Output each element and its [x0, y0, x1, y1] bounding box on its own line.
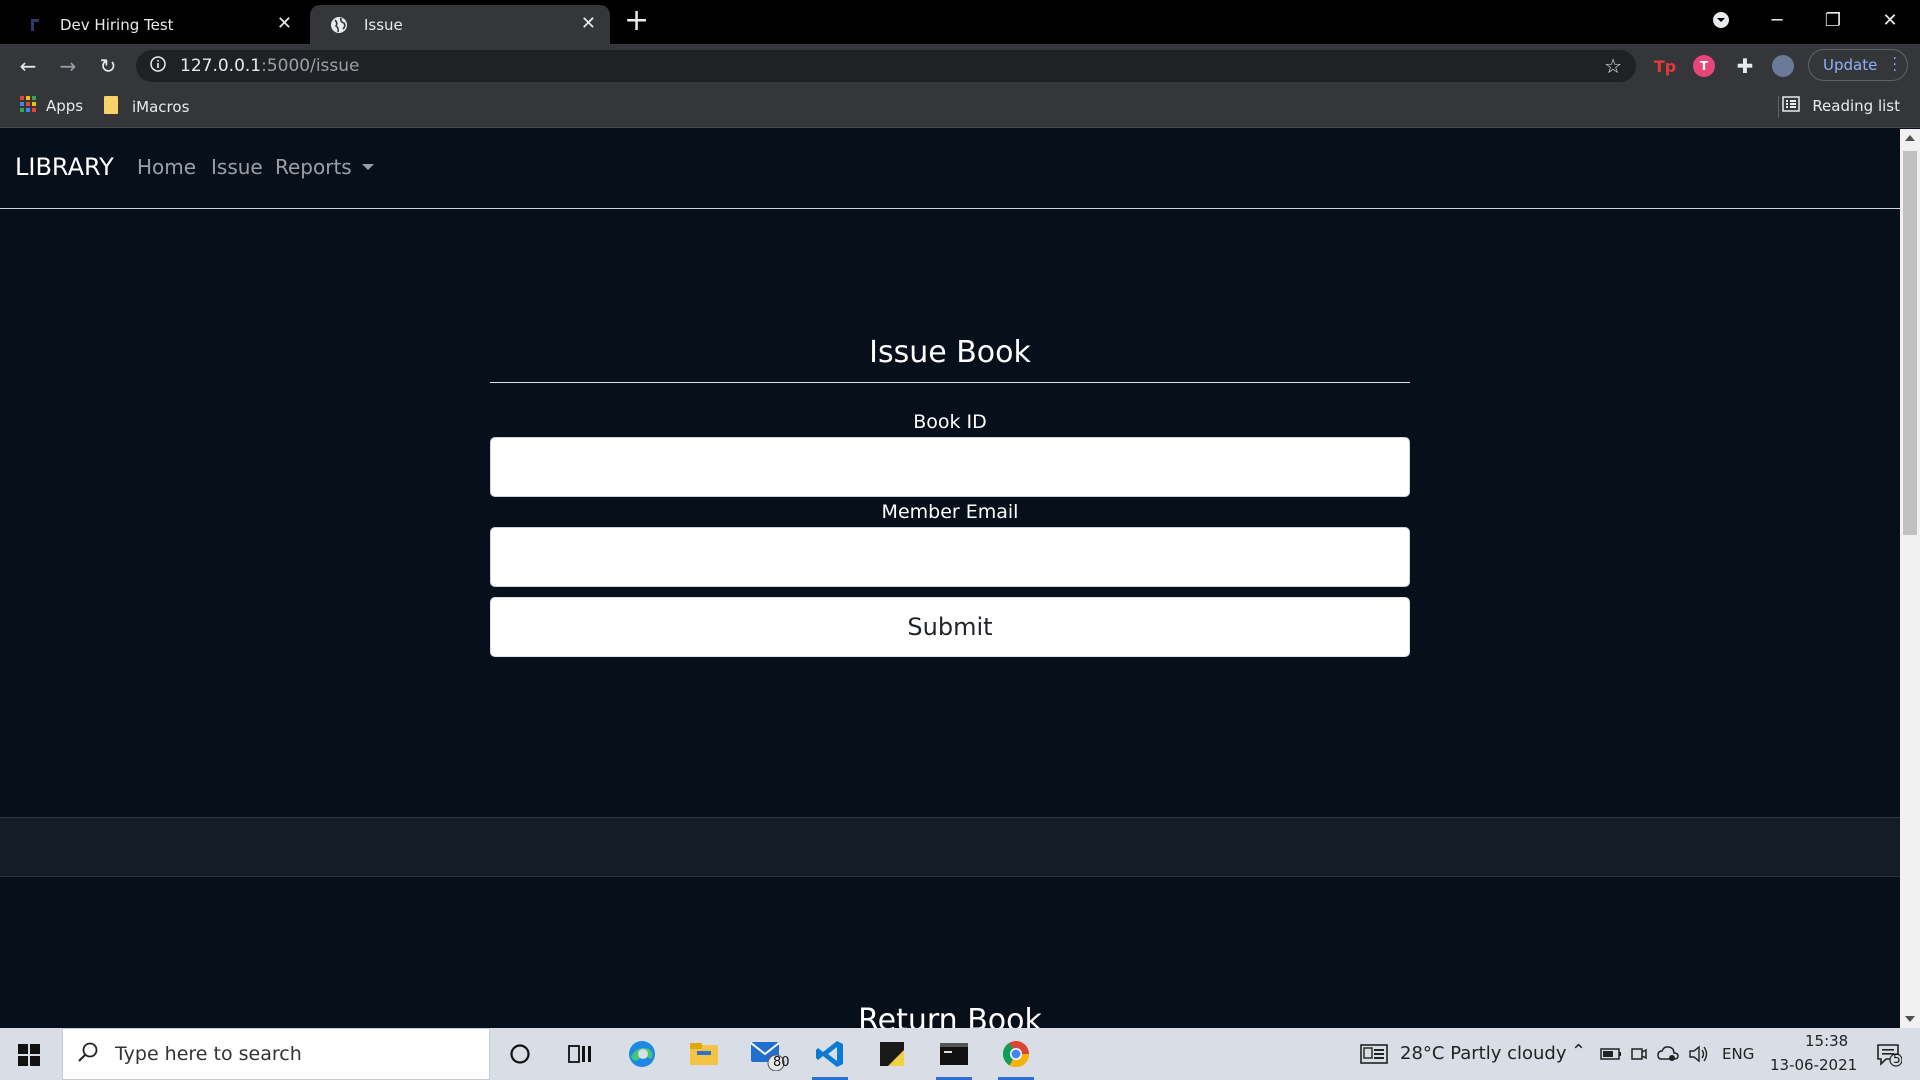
bookmark-imacros[interactable]: iMacros — [104, 96, 189, 118]
tab-title: Dev Hiring Test — [60, 15, 174, 34]
update-button[interactable]: Update · · · — [1808, 49, 1908, 81]
url-host: 127.0.0.1 — [180, 56, 262, 76]
address-bar[interactable]: 127.0.0.1:5000/issue ☆ — [136, 50, 1636, 82]
info-icon[interactable] — [150, 56, 166, 76]
globe-icon — [330, 16, 348, 34]
cortana-circle-icon[interactable] — [498, 1036, 542, 1072]
tab-strip: Dev Hiring Test ✕ Issue ✕ + ─ ❐ ✕ — [0, 0, 1920, 44]
apps-grid-icon — [20, 96, 36, 116]
mail-icon[interactable]: 80 — [746, 1036, 790, 1072]
network-icon[interactable] — [1657, 1045, 1679, 1067]
reading-list-label: Reading list — [1812, 97, 1900, 115]
search-placeholder: Type here to search — [115, 1043, 302, 1065]
nav-dropdown-reports[interactable]: Reports — [275, 155, 374, 179]
clock-date[interactable]: 13-06-2021 — [1770, 1056, 1857, 1074]
return-book-title: Return Book — [858, 1003, 1042, 1028]
scroll-up-arrow-icon[interactable] — [1905, 135, 1915, 141]
submit-button[interactable]: Submit — [490, 597, 1410, 657]
scrollbar-thumb[interactable] — [1903, 151, 1917, 535]
windows-taskbar: Type here to search 80 28°C Partly cloud… — [0, 1028, 1920, 1080]
new-tab-icon[interactable]: + — [624, 6, 649, 36]
book-id-label: Book ID — [913, 411, 987, 433]
weather-icon[interactable] — [1360, 1044, 1388, 1068]
site-navbar: LIBRARY Home Issue Reports — [0, 129, 1900, 209]
vscode-icon[interactable] — [808, 1036, 852, 1080]
notification-count: 5 — [1893, 1052, 1901, 1066]
reload-icon[interactable]: ↻ — [94, 52, 122, 80]
window-close-icon[interactable]: ✕ — [1866, 0, 1914, 40]
tab-dev-hiring-test[interactable]: Dev Hiring Test ✕ — [6, 5, 306, 44]
search-icon — [77, 1041, 99, 1067]
battery-icon[interactable] — [1600, 1046, 1622, 1065]
dev-favicon-icon — [26, 16, 44, 34]
more-menu-icon: · · · — [1892, 51, 1897, 79]
scroll-down-arrow-icon[interactable] — [1905, 1016, 1915, 1022]
minimize-icon[interactable]: ─ — [1753, 0, 1801, 40]
nav-link-reports-label: Reports — [275, 155, 352, 179]
nav-link-home[interactable]: Home — [137, 155, 196, 179]
bookmark-apps[interactable]: Apps — [20, 96, 83, 116]
close-icon[interactable]: ✕ — [581, 14, 596, 34]
extensions-puzzle-icon[interactable]: ✚ — [1734, 54, 1756, 78]
t-extension-icon[interactable]: T — [1693, 55, 1715, 77]
folder-icon — [104, 96, 118, 118]
taskbar-search-box[interactable]: Type here to search — [62, 1028, 490, 1080]
update-label: Update — [1823, 56, 1878, 74]
tab-issue[interactable]: Issue ✕ — [310, 5, 610, 44]
language-indicator[interactable]: ENG — [1722, 1045, 1754, 1063]
sticky-notes-icon[interactable] — [870, 1036, 914, 1072]
edge-browser-icon[interactable] — [620, 1036, 664, 1072]
chrome-icon[interactable] — [994, 1036, 1038, 1080]
bookmark-star-icon[interactable]: ☆ — [1604, 54, 1622, 78]
page-viewport: LIBRARY Home Issue Reports Issue Book Bo… — [0, 129, 1920, 1028]
bookmarks-bar: Apps iMacros Reading list — [0, 86, 1920, 128]
restore-icon[interactable]: ❐ — [1809, 0, 1857, 40]
mail-badge: 80 — [773, 1055, 790, 1070]
reading-list-icon — [1782, 96, 1801, 116]
tab-title: Issue — [364, 15, 403, 34]
clock-time[interactable]: 15:38 — [1805, 1032, 1848, 1050]
file-explorer-icon[interactable] — [682, 1036, 726, 1072]
notification-icon[interactable]: 5 — [1876, 1043, 1903, 1071]
nav-link-issue[interactable]: Issue — [211, 155, 263, 179]
bookmark-label: Apps — [46, 97, 84, 115]
system-tray: 28°C Partly cloudy ⌃ ENG 15:38 13-06-202… — [1360, 1028, 1920, 1080]
chevron-up-icon[interactable]: ⌃ — [1571, 1041, 1586, 1062]
book-id-input[interactable] — [490, 437, 1410, 497]
issue-book-title: Issue Book — [490, 335, 1410, 383]
member-email-input[interactable] — [490, 527, 1410, 587]
bookmarks-divider — [1778, 96, 1779, 118]
volume-icon[interactable] — [1688, 1044, 1710, 1068]
task-view-icon[interactable] — [558, 1036, 602, 1072]
bookmark-label: iMacros — [132, 98, 190, 116]
tab-search-icon[interactable] — [1697, 0, 1745, 40]
tp-extension-icon[interactable]: Tp — [1654, 55, 1676, 77]
member-email-label: Member Email — [881, 501, 1019, 523]
weather-text[interactable]: 28°C Partly cloudy — [1400, 1043, 1567, 1064]
profile-avatar[interactable] — [1772, 55, 1794, 77]
close-icon[interactable]: ✕ — [277, 14, 292, 34]
section-divider — [0, 817, 1900, 877]
windows-start-icon[interactable] — [18, 1044, 40, 1066]
reading-list-button[interactable]: Reading list — [1782, 96, 1900, 116]
back-icon[interactable]: ← — [14, 52, 42, 80]
caret-down-icon — [361, 163, 374, 170]
meet-now-icon[interactable] — [1630, 1045, 1648, 1067]
navbar-brand[interactable]: LIBRARY — [15, 153, 114, 181]
terminal-icon[interactable] — [932, 1036, 976, 1080]
browser-toolbar: ← → ↻ 127.0.0.1:5000/issue ☆ Tp T ✚ Upda… — [0, 44, 1920, 86]
page-scrollbar[interactable] — [1900, 129, 1920, 1028]
url-path: :5000/issue — [261, 56, 360, 76]
forward-icon[interactable]: → — [54, 52, 82, 80]
